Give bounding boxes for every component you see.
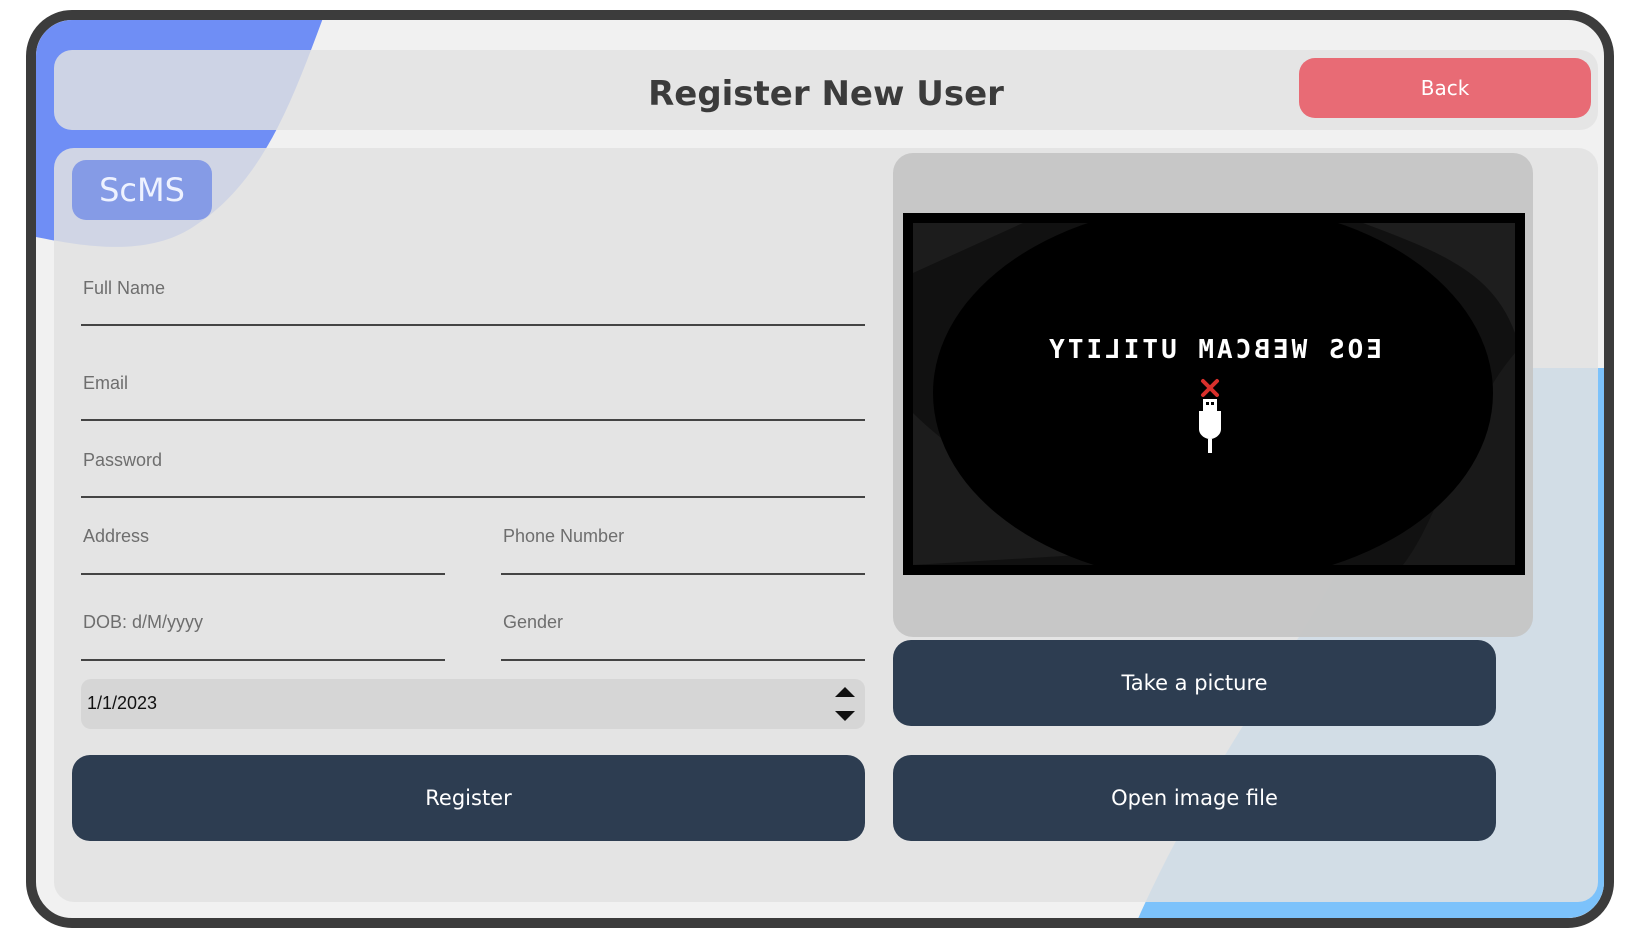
camera-preview-panel: EOS WEBCAM UTILITY xyxy=(893,153,1533,637)
date-picker-value: 1/1/2023 xyxy=(87,693,158,713)
webcam-overlay-text: EOS WEBCAM UTILITY xyxy=(1046,335,1382,365)
gender-field[interactable]: Gender xyxy=(501,604,865,661)
take-picture-button[interactable]: Take a picture xyxy=(893,640,1496,726)
open-image-file-button[interactable]: Open image file xyxy=(893,755,1496,841)
address-field[interactable]: Address xyxy=(81,518,445,575)
phone-number-field[interactable]: Phone Number xyxy=(501,518,865,575)
webcam-feed: EOS WEBCAM UTILITY xyxy=(903,213,1525,575)
register-button[interactable]: Register xyxy=(72,755,865,841)
app-window: Register New User Back ScMS Full Name Em… xyxy=(26,10,1614,928)
spin-up-arrow-icon[interactable] xyxy=(827,679,863,703)
password-label: Password xyxy=(83,450,163,470)
full-name-label: Full Name xyxy=(83,278,166,298)
date-picker[interactable]: 1/1/2023 xyxy=(81,679,865,729)
phone-number-label: Phone Number xyxy=(503,526,625,546)
email-label: Email xyxy=(83,373,129,393)
email-field[interactable]: Email xyxy=(81,365,865,421)
back-button[interactable]: Back xyxy=(1299,58,1591,118)
usb-icon xyxy=(1199,379,1221,453)
date-spinner xyxy=(827,679,863,729)
full-name-field[interactable]: Full Name xyxy=(81,270,865,326)
dob-label: DOB: d/M/yyyy xyxy=(83,612,204,632)
address-label: Address xyxy=(83,526,150,546)
dob-field[interactable]: DOB: d/M/yyyy xyxy=(81,604,445,661)
gender-label: Gender xyxy=(503,612,564,632)
app-logo: ScMS xyxy=(72,160,212,220)
spin-down-arrow-icon[interactable] xyxy=(827,705,863,729)
password-field[interactable]: Password xyxy=(81,442,865,498)
